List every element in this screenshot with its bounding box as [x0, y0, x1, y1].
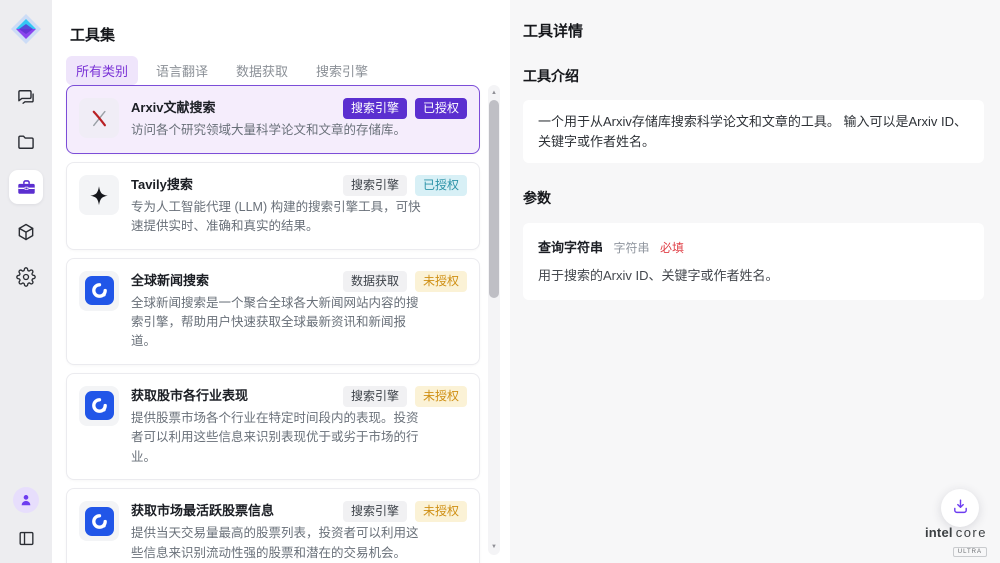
tag-搜索引擎: 搜索引擎: [343, 386, 407, 407]
panel-toggle-icon[interactable]: [14, 526, 38, 550]
download-icon: [951, 497, 970, 519]
param-type: 字符串: [613, 241, 649, 255]
tools-panel: 工具集 所有类别语言翻译数据获取搜索引擎 Arxiv文献搜索访问各个研究领域大量…: [52, 0, 510, 563]
param-required-badge: 必填: [660, 241, 684, 255]
card-tags: 数据获取未授权: [343, 271, 467, 292]
nav-cube-icon[interactable]: [9, 215, 43, 249]
card-tags: 搜索引擎未授权: [343, 501, 467, 522]
tag-已授权: 已授权: [415, 175, 467, 196]
core-wordmark: core: [956, 525, 987, 540]
nav-gear-icon[interactable]: [9, 260, 43, 294]
tag-未授权: 未授权: [415, 271, 467, 292]
tools-title: 工具集: [70, 24, 115, 45]
chat-icon: [16, 87, 36, 107]
ultra-badge: ultra: [953, 547, 987, 557]
news-logo-icon: [79, 386, 119, 426]
tool-card-3[interactable]: 获取股市各行业表现提供股票市场各个行业在特定时间段内的表现。投资者可以利用这些信…: [66, 373, 480, 480]
tag-已授权: 已授权: [415, 98, 467, 119]
scroll-up-icon[interactable]: ▲: [488, 87, 500, 99]
sparkle-icon: [79, 175, 119, 215]
scroll-down-icon[interactable]: ▼: [488, 541, 500, 553]
detail-title: 工具详情: [523, 20, 984, 41]
card-description: 全球新闻搜索是一个聚合全球各大新闻网站内容的搜索引擎，帮助用户快速获取全球最新资…: [131, 294, 424, 352]
tag-未授权: 未授权: [415, 386, 467, 407]
app-sidebar: [0, 0, 52, 563]
category-tab-0[interactable]: 所有类别: [66, 56, 138, 85]
tool-card-4[interactable]: 获取市场最活跃股票信息提供当天交易量最高的股票列表，投资者可以利用这些信息来识别…: [66, 488, 480, 563]
card-description: 提供当天交易量最高的股票列表，投资者可以利用这些信息来识别流动性强的股票和潜在的…: [131, 524, 424, 563]
card-description: 访问各个研究领域大量科学论文和文章的存储库。: [131, 121, 406, 140]
gear-icon: [16, 267, 36, 287]
param-name: 查询字符串: [538, 240, 603, 255]
folder-icon: [16, 132, 36, 152]
sidebar-nav: [9, 80, 43, 294]
intel-wordmark: intel: [925, 525, 953, 540]
param-header: 查询字符串 字符串 必填: [538, 237, 969, 257]
card-tags: 搜索引擎已授权: [343, 175, 467, 196]
intro-text: 一个用于从Arxiv存储库搜索科学论文和文章的工具。 输入可以是Arxiv ID…: [538, 114, 967, 149]
intro-box: 一个用于从Arxiv存储库搜索科学论文和文章的工具。 输入可以是Arxiv ID…: [523, 100, 984, 163]
param-desc: 用于搜索的Arxiv ID、关键字或作者姓名。: [538, 265, 969, 284]
card-description: 专为人工智能代理 (LLM) 构建的搜索引擎工具，可快速提供实时、准确和真实的结…: [131, 198, 424, 237]
sidebar-bottom: [13, 487, 39, 563]
category-tab-1[interactable]: 语言翻译: [146, 56, 218, 85]
card-description: 提供股票市场各个行业在特定时间段内的表现。投资者可以利用这些信息来识别表现优于或…: [131, 409, 424, 467]
intro-heading: 工具介绍: [523, 66, 984, 86]
tag-搜索引擎: 搜索引擎: [343, 98, 407, 119]
params-heading: 参数: [523, 188, 984, 208]
tool-card-list: Arxiv文献搜索访问各个研究领域大量科学论文和文章的存储库。搜索引擎已授权Ta…: [66, 85, 480, 563]
category-tabs: 所有类别语言翻译数据获取搜索引擎: [66, 56, 378, 85]
tag-搜索引擎: 搜索引擎: [343, 501, 407, 522]
scrollbar[interactable]: ▲ ▼: [488, 85, 500, 555]
param-box: 查询字符串 字符串 必填 用于搜索的Arxiv ID、关键字或作者姓名。: [523, 223, 984, 300]
news-logo-icon: [79, 271, 119, 311]
tool-card-1[interactable]: Tavily搜索专为人工智能代理 (LLM) 构建的搜索引擎工具，可快速提供实时…: [66, 162, 480, 250]
card-tags: 搜索引擎未授权: [343, 386, 467, 407]
arxiv-logo-icon: [79, 98, 119, 138]
user-avatar-icon[interactable]: [13, 487, 39, 513]
tool-card-0[interactable]: Arxiv文献搜索访问各个研究领域大量科学论文和文章的存储库。搜索引擎已授权: [66, 85, 480, 154]
tag-未授权: 未授权: [415, 501, 467, 522]
tool-card-2[interactable]: 全球新闻搜索全球新闻搜索是一个聚合全球各大新闻网站内容的搜索引擎，帮助用户快速获…: [66, 258, 480, 365]
nav-toolbox-icon[interactable]: [9, 170, 43, 204]
intel-core-logo: intelcore ultra: [925, 525, 987, 557]
news-logo-icon: [79, 501, 119, 541]
cube-icon: [16, 222, 36, 242]
toolbox-icon: [16, 177, 37, 198]
category-tab-3[interactable]: 搜索引擎: [306, 56, 378, 85]
category-tab-2[interactable]: 数据获取: [226, 56, 298, 85]
diamond-gem-icon: [9, 12, 43, 46]
card-tags: 搜索引擎已授权: [343, 98, 467, 119]
download-button[interactable]: [941, 489, 979, 527]
nav-folder-icon[interactable]: [9, 125, 43, 159]
scrollbar-thumb[interactable]: [489, 100, 499, 298]
tool-detail-panel: 工具详情 工具介绍 一个用于从Arxiv存储库搜索科学论文和文章的工具。 输入可…: [510, 0, 1000, 563]
tag-数据获取: 数据获取: [343, 271, 407, 292]
tag-搜索引擎: 搜索引擎: [343, 175, 407, 196]
nav-chat-icon[interactable]: [9, 80, 43, 114]
